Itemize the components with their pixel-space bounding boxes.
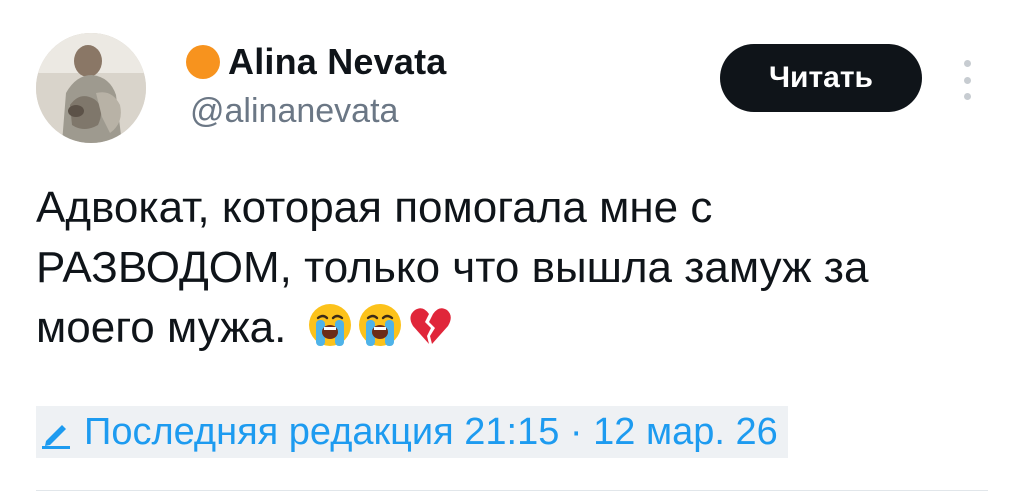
broken-heart-icon bbox=[410, 308, 451, 344]
edit-history-link[interactable]: Последняя редакция 21:15 · 12 мар. 26 bbox=[36, 406, 788, 458]
more-vertical-icon[interactable] bbox=[958, 60, 976, 100]
author-name-row[interactable]: Alina Nevata bbox=[186, 41, 447, 83]
profile-photo bbox=[36, 33, 146, 143]
status-dot-icon bbox=[186, 45, 220, 79]
follow-button[interactable]: Читать bbox=[720, 44, 922, 112]
loudly-crying-face-icon bbox=[308, 304, 351, 346]
tweet-emojis bbox=[307, 302, 457, 348]
loudly-crying-face-icon bbox=[358, 304, 401, 346]
author-display-name[interactable]: Alina Nevata bbox=[228, 41, 447, 83]
author-handle[interactable]: @alinanevata bbox=[190, 92, 398, 131]
edit-history-text[interactable]: Последняя редакция 21:15 · 12 мар. 26 bbox=[84, 411, 778, 454]
pencil-icon bbox=[42, 425, 70, 449]
avatar[interactable] bbox=[36, 33, 146, 143]
tweet-body: Адвокат, которая помогала мне с РАЗВОДОМ… bbox=[36, 178, 976, 358]
divider bbox=[36, 490, 988, 491]
